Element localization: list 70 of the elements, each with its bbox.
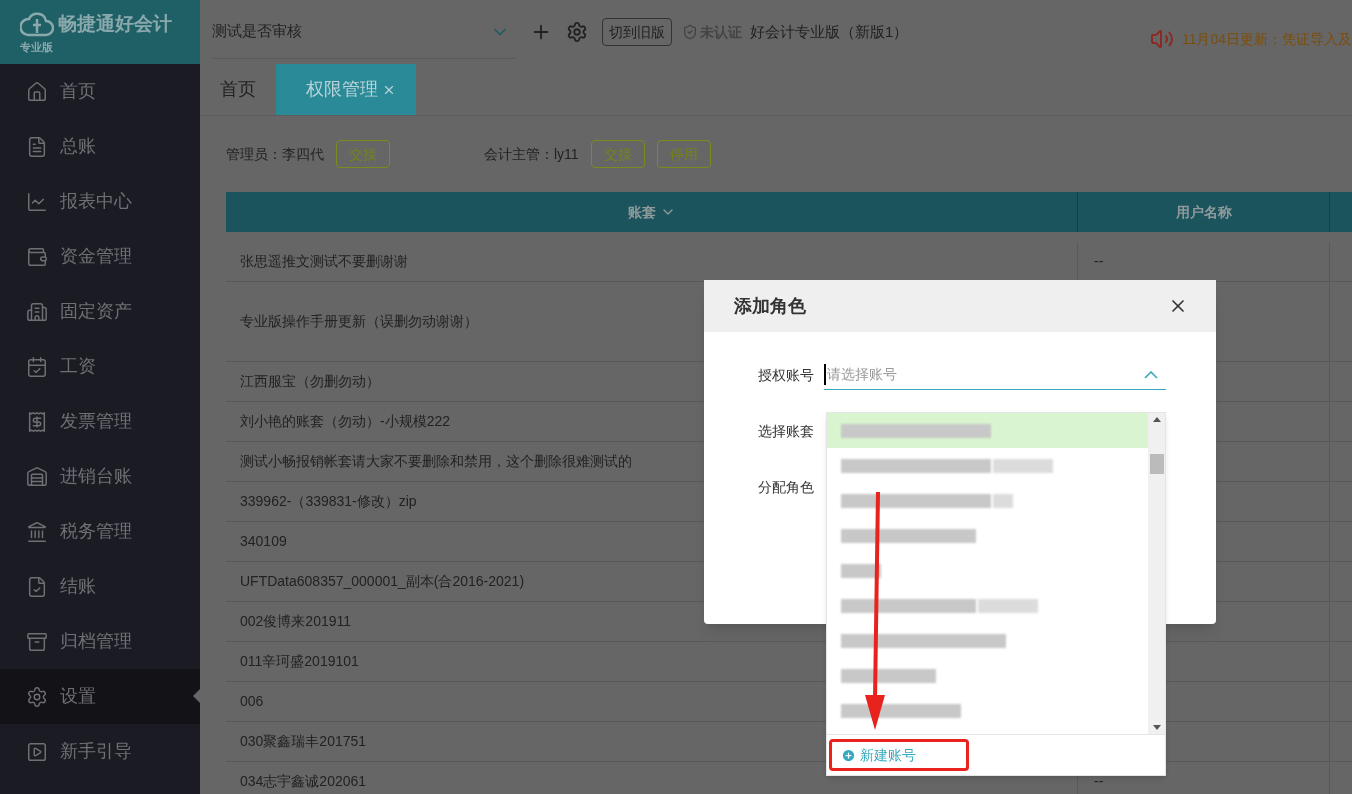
blurred-text [841,563,881,578]
menu-icon [26,355,48,378]
admin-label: 管理员：李四代 [226,144,324,164]
menu-icon [26,135,48,158]
account-select[interactable]: 请选择账号 [824,360,1166,390]
sidebar-item[interactable]: 首页 [0,64,200,119]
shield-icon [682,24,698,40]
table-cell-text: -- [1094,772,1104,791]
table-cell-text: 030聚鑫瑞丰201751 [240,732,367,751]
table-cell-text: 张思遥推文测试不要删谢谢 [240,252,408,271]
table-cell-text: 011辛珂盛2019101 [240,652,359,671]
sidebar-item[interactable]: 发票管理 [0,394,200,449]
menu-icon [26,190,48,213]
field-label: 分配角色 [757,477,815,497]
sidebar-item[interactable]: 结账 [0,559,200,614]
menu-icon [26,685,48,708]
active-marker-icon [193,689,200,703]
table-cell-text: 006 [240,692,264,711]
logo-name: 畅捷通好会计 [58,12,172,36]
sidebar-item[interactable]: 固定资产 [0,284,200,339]
settings-icon[interactable] [566,21,588,43]
sidebar-item[interactable]: 资金管理 [0,229,200,284]
scroll-up-icon[interactable] [1152,417,1161,422]
scrollbar[interactable] [1148,413,1165,734]
table-cell-text: 340109 [240,532,287,551]
sidebar-item[interactable]: 归档管理 [0,614,200,669]
table-cell-text: 专业版操作手册更新（误删勿动谢谢） [240,312,478,331]
menu-icon [26,575,48,598]
cloud-logo-icon [20,11,54,38]
table-cell-text: 002俊博来201911 [240,612,352,631]
table-cell-text: 测试小畅报销帐套请大家不要删除和禁用，这个删除很难测试的 [240,452,632,471]
sidebar-item[interactable]: 进销台账 [0,449,200,504]
dialog-title: 添加角色 [734,294,806,318]
column-header: 用户名称 [1078,192,1330,232]
admin-label: 会计主管：ly11 [484,144,579,164]
table-cell-text: 刘小艳的账套（勿动）-小规模222 [240,412,451,431]
sidebar-item[interactable]: 新手引导 [0,724,200,779]
edition-label: 专业版 [20,39,54,55]
product-name: 好会计专业版（新版1） [750,21,909,42]
scroll-down-icon[interactable] [1152,725,1161,730]
plus-circle-icon [841,747,856,763]
speaker-icon [1149,27,1174,51]
menu-icon [26,80,48,103]
sidebar-item[interactable]: 税务管理 [0,504,200,559]
column-header[interactable]: 账套 [226,192,1078,232]
chevron-up-icon [1144,370,1158,379]
sidebar-item[interactable]: 设置 [0,669,200,724]
table-cell-text: UFTData608357_000001_副本(合2016-2021) [240,572,525,591]
sidebar-item[interactable]: 工资 [0,339,200,394]
scroll-thumb[interactable] [1149,453,1164,474]
new-account-button[interactable]: 新建账号 [841,744,916,766]
field-label: 授权账号 [757,365,815,385]
account-set-select[interactable]: 测试是否审核 [212,5,516,59]
menu-icon [26,740,48,763]
menu-icon [26,630,48,653]
switch-version-button[interactable]: 切到旧版 [602,18,672,46]
menu-icon [26,245,48,268]
table-cell-text: 339962-（339831-修改）zip [240,492,417,511]
menu-icon [26,520,48,543]
tab[interactable]: 首页 [200,64,276,115]
table-cell-text: -- [1094,252,1104,271]
table-cell-text: 034志宇鑫诚202061 [240,772,367,791]
menu-icon [26,465,48,488]
menu-icon [26,300,48,323]
field-label: 选择账套 [757,421,815,441]
table-cell-text: 江西服宝（勿删勿动） [240,372,380,391]
tab[interactable]: 权限管理 [276,64,416,115]
menu-icon [26,410,48,433]
sidebar-item[interactable]: 报表中心 [0,174,200,229]
sidebar-item[interactable]: 总账 [0,119,200,174]
